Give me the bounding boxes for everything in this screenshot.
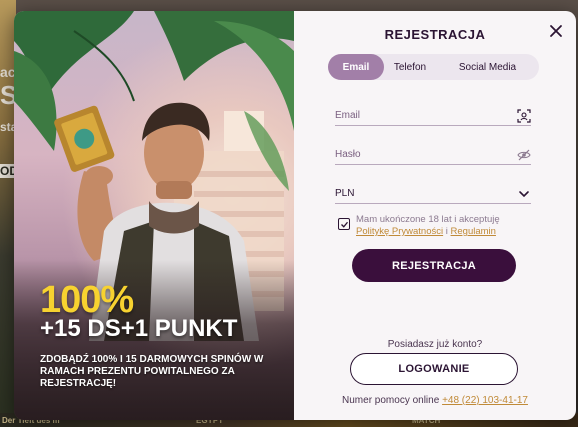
promo-bonus: +15 DS+1 PUNKT: [40, 315, 238, 342]
chevron-down-icon[interactable]: [517, 187, 531, 201]
tab-social-media[interactable]: Social Media: [436, 54, 539, 80]
email-field-wrapper: [335, 106, 531, 126]
login-button[interactable]: LOGOWANIE: [350, 353, 518, 385]
registration-method-tabs: Email Telefon Social Media: [328, 54, 539, 80]
email-input[interactable]: [335, 110, 510, 121]
currency-value: PLN: [335, 188, 355, 199]
password-field-wrapper: [335, 145, 531, 165]
helpline-number-link[interactable]: +48 (22) 103-41-17: [442, 395, 528, 406]
register-button[interactable]: REJESTRACJA: [352, 249, 516, 282]
helpline-label: Numer pomocy online: [342, 395, 440, 406]
close-icon[interactable]: [548, 23, 564, 39]
check-icon: [340, 221, 348, 228]
consent-and: i: [445, 226, 448, 237]
tab-phone[interactable]: Telefon: [384, 54, 436, 80]
age-terms-consent: Mam ukończone 18 lat i akceptuję Polityk…: [338, 214, 538, 238]
terms-link[interactable]: Regulamin: [451, 226, 496, 237]
consent-text: Mam ukończone 18 lat i akceptuję Polityk…: [356, 214, 500, 238]
registration-form-panel: REJESTRACJA Email Telefon Social Media E…: [294, 11, 576, 420]
registration-modal: 100% +15 DS+1 PUNKT ZDOBĄDŹ 100% I 15 DA…: [14, 11, 576, 420]
password-input[interactable]: [335, 149, 510, 160]
promo-panel: 100% +15 DS+1 PUNKT ZDOBĄDŹ 100% I 15 DA…: [14, 11, 294, 420]
consent-checkbox[interactable]: [338, 218, 350, 230]
tab-email[interactable]: Email: [328, 54, 384, 80]
have-account-text: Posiadasz już konto?: [387, 339, 483, 350]
privacy-policy-link[interactable]: Politykę Prywatności: [356, 226, 443, 237]
promo-description: ZDOBĄDŹ 100% I 15 DARMOWYCH SPINÓW W RAM…: [40, 354, 264, 389]
consent-label: Mam ukończone 18 lat i akceptuję: [356, 214, 500, 225]
helpline: Numer pomocy online +48 (22) 103-41-17: [294, 395, 576, 406]
eye-slash-icon[interactable]: [517, 148, 531, 162]
currency-select[interactable]: PLN: [335, 184, 531, 204]
form-title: REJESTRACJA: [384, 27, 486, 42]
face-scan-icon[interactable]: [517, 109, 531, 123]
